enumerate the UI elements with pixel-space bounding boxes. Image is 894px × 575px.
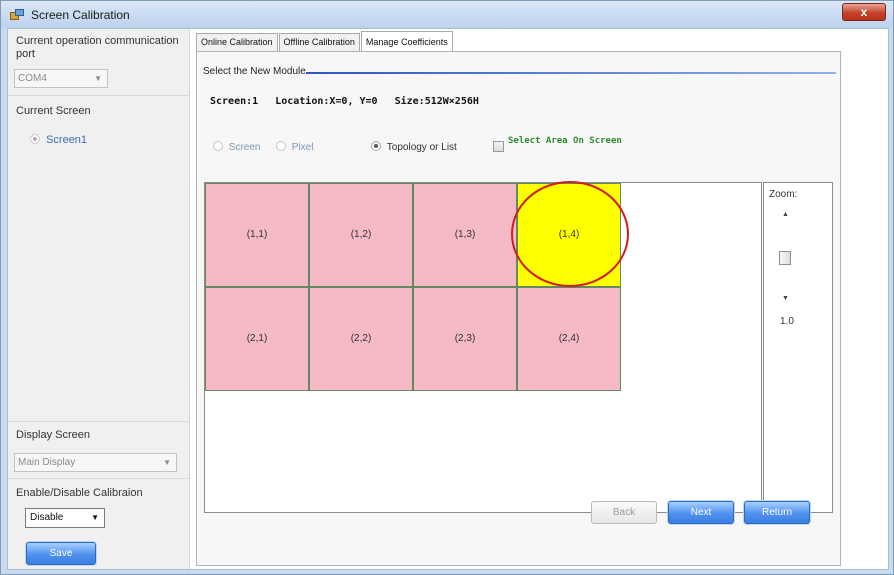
module-cell[interactable]: (1,1) (205, 183, 309, 287)
enable-calibration-select[interactable]: Disable ▼ (25, 508, 105, 528)
module-topology-canvas[interactable]: (1,1) (1,2) (1,3) (1,4) (2,1) (2,2) (2,3… (204, 181, 762, 513)
module-cell[interactable]: (2,3) (413, 287, 517, 391)
location-info: Location:X=0, Y=0 (275, 96, 378, 107)
tab-online-calibration[interactable]: Online Calibration (196, 33, 278, 51)
module-cell[interactable]: (2,2) (309, 287, 413, 391)
screen-mode-label: Screen (228, 142, 261, 153)
screen1-label: Screen1 (46, 134, 88, 146)
comm-port-label: Current operation communication port (16, 35, 179, 60)
enable-calibration-label: Enable/Disable Calibraion (16, 487, 143, 499)
pixel-mode-radio[interactable]: Pixel (276, 141, 313, 153)
close-button[interactable]: x (842, 3, 886, 21)
current-screen-label: Current Screen (16, 105, 91, 117)
zoom-slider-thumb[interactable] (779, 251, 791, 265)
title-bar: Screen Calibration x (1, 1, 893, 28)
save-button[interactable]: Save (26, 542, 96, 565)
tab-offline-calibration[interactable]: Offline Calibration (278, 33, 360, 51)
tab-strip: Online Calibration Offline Calibration M… (196, 31, 454, 51)
window-title: Screen Calibration (31, 7, 130, 22)
divider (8, 421, 190, 422)
radio-icon (30, 134, 40, 144)
left-panel: Current operation communication port COM… (8, 29, 190, 569)
section-divider (306, 72, 836, 74)
zoom-value: 1.0 (780, 316, 794, 327)
selection-circle (511, 181, 629, 287)
module-cell[interactable]: (1,3) (413, 183, 517, 287)
module-cell[interactable]: (1,2) (309, 183, 413, 287)
return-button[interactable]: Return (744, 501, 810, 524)
comm-port-value: COM4 (18, 73, 47, 84)
back-button[interactable]: Back (591, 501, 657, 524)
select-area-label: Select Area On Screen (508, 136, 622, 146)
right-panel: Online Calibration Offline Calibration M… (191, 29, 888, 569)
divider (8, 478, 190, 479)
screen-info: Screen:1 (210, 96, 259, 107)
radio-icon (213, 141, 223, 151)
app-icon (10, 8, 24, 21)
module-cell[interactable]: (2,1) (205, 287, 309, 391)
client-area: Current operation communication port COM… (7, 28, 889, 570)
zoom-panel: Zoom: ▲ ▼ 1.0 (763, 182, 833, 513)
chevron-down-icon: ▼ (94, 74, 102, 83)
topology-mode-radio[interactable]: Topology or List (371, 141, 457, 153)
pixel-mode-label: Pixel (291, 142, 314, 153)
divider (8, 95, 190, 96)
scroll-up-icon[interactable]: ▲ (782, 211, 789, 218)
next-button[interactable]: Next (668, 501, 734, 524)
chevron-down-icon: ▼ (163, 458, 171, 467)
display-screen-value: Main Display (18, 457, 76, 468)
enable-calibration-value: Disable (30, 512, 64, 523)
scroll-down-icon[interactable]: ▼ (782, 295, 789, 302)
module-cell[interactable]: (2,4) (517, 287, 621, 391)
comm-port-combo[interactable]: COM4 ▼ (14, 69, 108, 88)
tab-page-manage-coefficients: Select the New Module Screen:1 Location:… (196, 51, 841, 566)
screen1-radio[interactable]: Screen1 (30, 134, 87, 146)
tab-manage-coefficients[interactable]: Manage Coefficients (360, 31, 453, 51)
screen-calibration-window: Screen Calibration x Current operation c… (0, 0, 894, 575)
module-info: Screen:1 Location:X=0, Y=0 Size:512W×256… (210, 96, 490, 107)
size-info: Size:512W×256H (394, 96, 479, 107)
screen-mode-radio[interactable]: Screen (213, 141, 260, 153)
display-screen-label: Display Screen (16, 429, 90, 441)
radio-icon (371, 141, 381, 151)
zoom-label: Zoom: (769, 189, 798, 200)
radio-icon (276, 141, 286, 151)
display-screen-combo[interactable]: Main Display ▼ (14, 453, 177, 472)
checkbox-icon (493, 141, 504, 152)
section-title: Select the New Module (203, 66, 306, 77)
topology-mode-label: Topology or List (386, 142, 457, 153)
chevron-down-icon: ▼ (91, 513, 99, 522)
